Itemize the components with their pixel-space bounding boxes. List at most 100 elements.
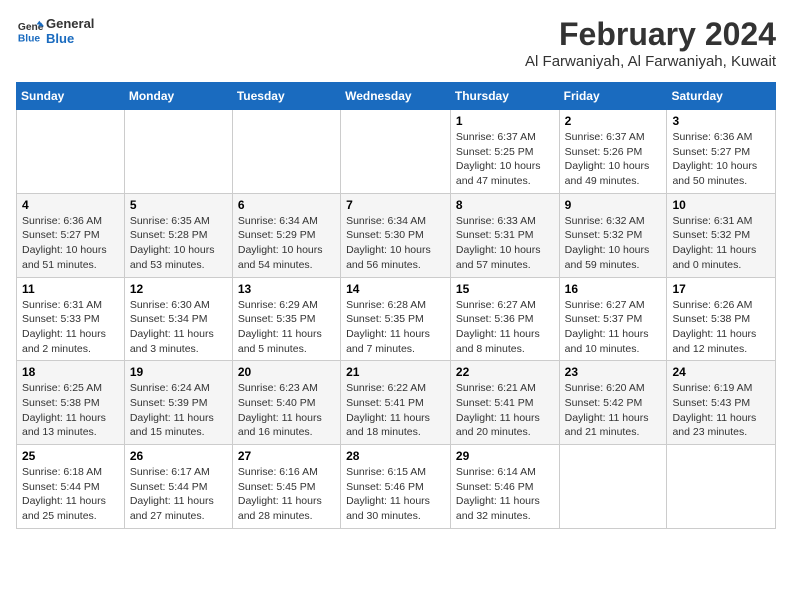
day-number: 26 bbox=[130, 449, 227, 463]
weekday-header-monday: Monday bbox=[124, 83, 232, 110]
logo-icon: General Blue bbox=[16, 17, 44, 45]
day-info: Sunrise: 6:21 AM Sunset: 5:41 PM Dayligh… bbox=[456, 381, 554, 440]
day-info: Sunrise: 6:30 AM Sunset: 5:34 PM Dayligh… bbox=[130, 298, 227, 357]
weekday-header-friday: Friday bbox=[559, 83, 667, 110]
calendar-week-5: 25 Sunrise: 6:18 AM Sunset: 5:44 PM Dayli… bbox=[17, 445, 776, 529]
day-number: 19 bbox=[130, 365, 227, 379]
day-number: 1 bbox=[456, 114, 554, 128]
calendar-title: February 2024 bbox=[525, 16, 776, 53]
calendar-cell bbox=[124, 110, 232, 194]
day-number: 17 bbox=[672, 282, 770, 296]
day-number: 23 bbox=[565, 365, 662, 379]
day-number: 7 bbox=[346, 198, 445, 212]
calendar-table: SundayMondayTuesdayWednesdayThursdayFrid… bbox=[16, 82, 776, 529]
weekday-header-saturday: Saturday bbox=[667, 83, 776, 110]
day-info: Sunrise: 6:16 AM Sunset: 5:45 PM Dayligh… bbox=[238, 465, 335, 524]
day-number: 22 bbox=[456, 365, 554, 379]
day-info: Sunrise: 6:31 AM Sunset: 5:33 PM Dayligh… bbox=[22, 298, 119, 357]
day-info: Sunrise: 6:23 AM Sunset: 5:40 PM Dayligh… bbox=[238, 381, 335, 440]
day-info: Sunrise: 6:32 AM Sunset: 5:32 PM Dayligh… bbox=[565, 214, 662, 273]
weekday-header-row: SundayMondayTuesdayWednesdayThursdayFrid… bbox=[17, 83, 776, 110]
day-info: Sunrise: 6:36 AM Sunset: 5:27 PM Dayligh… bbox=[22, 214, 119, 273]
calendar-cell bbox=[341, 110, 451, 194]
day-info: Sunrise: 6:28 AM Sunset: 5:35 PM Dayligh… bbox=[346, 298, 445, 357]
day-number: 9 bbox=[565, 198, 662, 212]
day-info: Sunrise: 6:36 AM Sunset: 5:27 PM Dayligh… bbox=[672, 130, 770, 189]
day-info: Sunrise: 6:31 AM Sunset: 5:32 PM Dayligh… bbox=[672, 214, 770, 273]
calendar-cell: 28Sunrise: 6:15 AM Sunset: 5:46 PM Dayli… bbox=[341, 445, 451, 529]
calendar-cell: 1 Sunrise: 6:37 AM Sunset: 5:25 PM Daylig… bbox=[450, 110, 559, 194]
calendar-cell: 4 Sunrise: 6:36 AM Sunset: 5:27 PM Daylig… bbox=[17, 193, 125, 277]
day-number: 2 bbox=[565, 114, 662, 128]
day-number: 28 bbox=[346, 449, 445, 463]
calendar-cell: 3 Sunrise: 6:36 AM Sunset: 5:27 PM Daylig… bbox=[667, 110, 776, 194]
calendar-cell bbox=[232, 110, 340, 194]
day-number: 8 bbox=[456, 198, 554, 212]
day-number: 11 bbox=[22, 282, 119, 296]
weekday-header-tuesday: Tuesday bbox=[232, 83, 340, 110]
day-info: Sunrise: 6:27 AM Sunset: 5:37 PM Dayligh… bbox=[565, 298, 662, 357]
calendar-week-2: 4 Sunrise: 6:36 AM Sunset: 5:27 PM Daylig… bbox=[17, 193, 776, 277]
calendar-cell: 7 Sunrise: 6:34 AM Sunset: 5:30 PM Daylig… bbox=[341, 193, 451, 277]
day-info: Sunrise: 6:34 AM Sunset: 5:29 PM Dayligh… bbox=[238, 214, 335, 273]
logo-line1: General bbox=[46, 16, 94, 31]
weekday-header-wednesday: Wednesday bbox=[341, 83, 451, 110]
day-info: Sunrise: 6:18 AM Sunset: 5:44 PM Dayligh… bbox=[22, 465, 119, 524]
day-info: Sunrise: 6:19 AM Sunset: 5:43 PM Dayligh… bbox=[672, 381, 770, 440]
day-number: 4 bbox=[22, 198, 119, 212]
day-number: 3 bbox=[672, 114, 770, 128]
day-number: 20 bbox=[238, 365, 335, 379]
day-info: Sunrise: 6:29 AM Sunset: 5:35 PM Dayligh… bbox=[238, 298, 335, 357]
day-info: Sunrise: 6:25 AM Sunset: 5:38 PM Dayligh… bbox=[22, 381, 119, 440]
day-number: 15 bbox=[456, 282, 554, 296]
calendar-cell bbox=[17, 110, 125, 194]
calendar-cell bbox=[667, 445, 776, 529]
svg-text:Blue: Blue bbox=[18, 33, 41, 44]
day-info: Sunrise: 6:35 AM Sunset: 5:28 PM Dayligh… bbox=[130, 214, 227, 273]
calendar-cell: 17 Sunrise: 6:26 AM Sunset: 5:38 PM Dayli… bbox=[667, 277, 776, 361]
weekday-header-thursday: Thursday bbox=[450, 83, 559, 110]
logo-line2: Blue bbox=[46, 31, 94, 46]
day-number: 14 bbox=[346, 282, 445, 296]
calendar-cell: 26Sunrise: 6:17 AM Sunset: 5:44 PM Dayli… bbox=[124, 445, 232, 529]
calendar-cell: 27 Sunrise: 6:16 AM Sunset: 5:45 PM Dayli… bbox=[232, 445, 340, 529]
calendar-cell: 22 Sunrise: 6:21 AM Sunset: 5:41 PM Dayli… bbox=[450, 361, 559, 445]
weekday-header-sunday: Sunday bbox=[17, 83, 125, 110]
day-info: Sunrise: 6:24 AM Sunset: 5:39 PM Dayligh… bbox=[130, 381, 227, 440]
day-number: 25 bbox=[22, 449, 119, 463]
day-info: Sunrise: 6:20 AM Sunset: 5:42 PM Dayligh… bbox=[565, 381, 662, 440]
day-info: Sunrise: 6:34 AM Sunset: 5:30 PM Dayligh… bbox=[346, 214, 445, 273]
day-number: 5 bbox=[130, 198, 227, 212]
day-info: Sunrise: 6:37 AM Sunset: 5:25 PM Dayligh… bbox=[456, 130, 554, 189]
calendar-cell: 11 Sunrise: 6:31 AM Sunset: 5:33 PM Dayli… bbox=[17, 277, 125, 361]
calendar-cell: 10 Sunrise: 6:31 AM Sunset: 5:32 PM Dayli… bbox=[667, 193, 776, 277]
day-info: Sunrise: 6:22 AM Sunset: 5:41 PM Dayligh… bbox=[346, 381, 445, 440]
day-number: 16 bbox=[565, 282, 662, 296]
day-number: 6 bbox=[238, 198, 335, 212]
calendar-cell: 2Sunrise: 6:37 AM Sunset: 5:26 PM Daylig… bbox=[559, 110, 667, 194]
day-number: 10 bbox=[672, 198, 770, 212]
title-block: February 2024 Al Farwaniyah, Al Farwaniy… bbox=[525, 16, 776, 70]
calendar-week-4: 18Sunrise: 6:25 AM Sunset: 5:38 PM Dayli… bbox=[17, 361, 776, 445]
calendar-cell: 24 Sunrise: 6:19 AM Sunset: 5:43 PM Dayli… bbox=[667, 361, 776, 445]
day-info: Sunrise: 6:27 AM Sunset: 5:36 PM Dayligh… bbox=[456, 298, 554, 357]
day-number: 24 bbox=[672, 365, 770, 379]
calendar-cell: 19 Sunrise: 6:24 AM Sunset: 5:39 PM Dayli… bbox=[124, 361, 232, 445]
calendar-cell: 12 Sunrise: 6:30 AM Sunset: 5:34 PM Dayli… bbox=[124, 277, 232, 361]
calendar-cell: 14 Sunrise: 6:28 AM Sunset: 5:35 PM Dayli… bbox=[341, 277, 451, 361]
day-number: 27 bbox=[238, 449, 335, 463]
calendar-cell: 20 Sunrise: 6:23 AM Sunset: 5:40 PM Dayli… bbox=[232, 361, 340, 445]
calendar-cell: 16 Sunrise: 6:27 AM Sunset: 5:37 PM Dayli… bbox=[559, 277, 667, 361]
calendar-cell: 13Sunrise: 6:29 AM Sunset: 5:35 PM Dayli… bbox=[232, 277, 340, 361]
day-info: Sunrise: 6:26 AM Sunset: 5:38 PM Dayligh… bbox=[672, 298, 770, 357]
calendar-cell bbox=[559, 445, 667, 529]
day-info: Sunrise: 6:14 AM Sunset: 5:46 PM Dayligh… bbox=[456, 465, 554, 524]
calendar-cell: 25 Sunrise: 6:18 AM Sunset: 5:44 PM Dayli… bbox=[17, 445, 125, 529]
calendar-cell: 23 Sunrise: 6:20 AM Sunset: 5:42 PM Dayli… bbox=[559, 361, 667, 445]
day-number: 12 bbox=[130, 282, 227, 296]
calendar-cell: 9 Sunrise: 6:32 AM Sunset: 5:32 PM Daylig… bbox=[559, 193, 667, 277]
calendar-cell: 5 Sunrise: 6:35 AM Sunset: 5:28 PM Daylig… bbox=[124, 193, 232, 277]
calendar-cell: 6 Sunrise: 6:34 AM Sunset: 5:29 PM Daylig… bbox=[232, 193, 340, 277]
calendar-cell: 8Sunrise: 6:33 AM Sunset: 5:31 PM Daylig… bbox=[450, 193, 559, 277]
calendar-subtitle: Al Farwaniyah, Al Farwaniyah, Kuwait bbox=[525, 53, 776, 70]
